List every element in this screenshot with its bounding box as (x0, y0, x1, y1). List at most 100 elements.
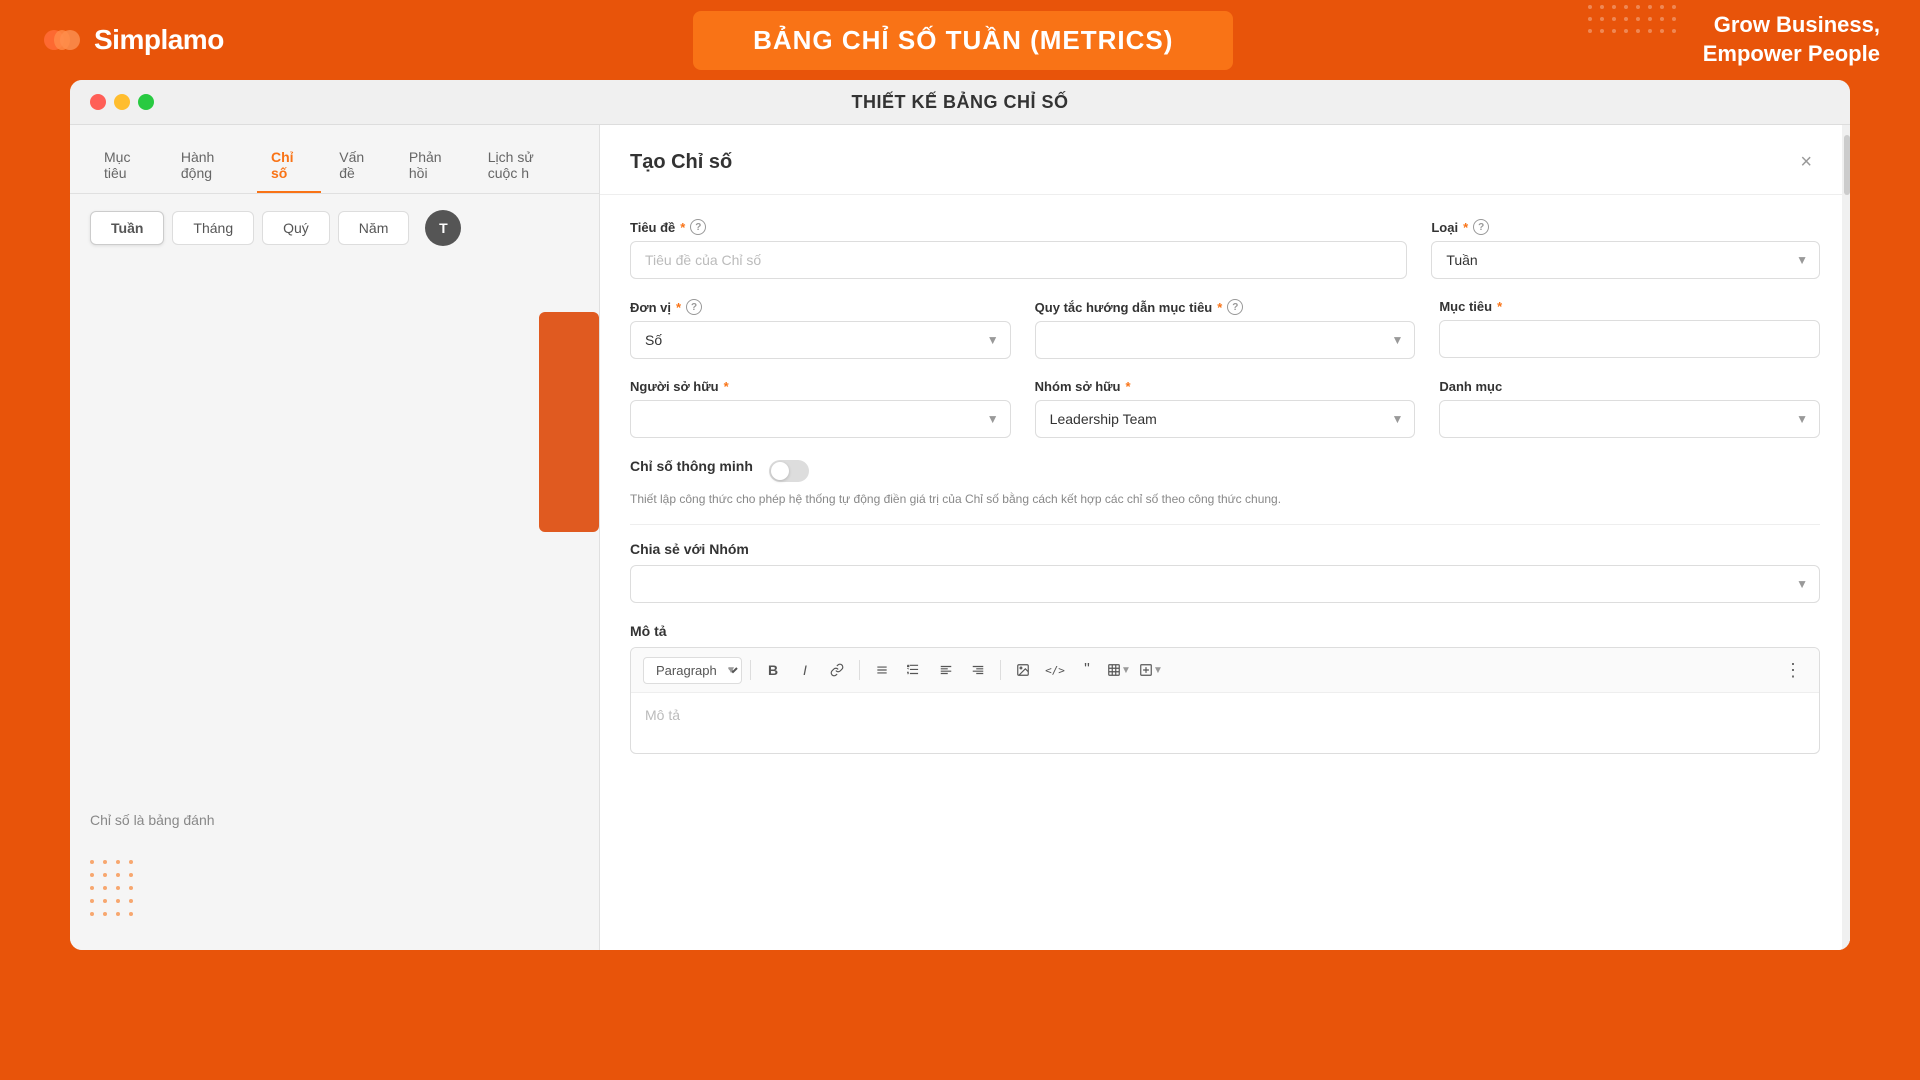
traffic-light-red[interactable] (90, 94, 106, 110)
tab-van-de[interactable]: Vấn đề (325, 141, 391, 193)
toggle-knob (771, 462, 789, 480)
bullet-list-icon (875, 663, 889, 677)
section-divider-1 (630, 524, 1820, 525)
help-icon-unit[interactable]: ? (686, 299, 702, 315)
smart-desc-row: Thiết lập công thức cho phép hệ thống tự… (630, 490, 1820, 508)
field-owner: Người sở hữu * ▼ (630, 379, 1011, 438)
top-header: Simplamo BẢNG CHỈ SỐ TUẦN (METRICS) Grow… (0, 0, 1920, 80)
required-star-type: * (1463, 220, 1468, 235)
label-goal-rule: Quy tắc hướng dẫn mục tiêu * ? (1035, 299, 1416, 315)
header-tagline: Grow Business, Empower People (1703, 11, 1880, 68)
rte-placeholder: Mô tả (645, 707, 680, 723)
share-label: Chia sẻ với Nhóm (630, 541, 1820, 557)
field-goal-rule: Quy tắc hướng dẫn mục tiêu * ? ▼ (1035, 299, 1416, 359)
tab-hanh-dong[interactable]: Hành động (167, 141, 253, 193)
category-select-wrapper: ▼ (1439, 400, 1820, 438)
embed-icon (1139, 663, 1153, 677)
simplamo-logo-icon (40, 18, 84, 62)
left-panel: Mục tiêu Hành động Chỉ số Vấn đề Phản hồ… (70, 125, 600, 950)
owner-select-wrapper: ▼ (630, 400, 1011, 438)
rte-body[interactable]: Mô tả (631, 693, 1819, 753)
window-title: THIẾT KẾ BẢNG CHỈ SỐ (851, 92, 1068, 113)
share-section: Chia sẻ với Nhóm ▼ (630, 541, 1820, 603)
modal-panel: Tạo Chỉ số × Tiêu đề * ? (600, 125, 1850, 950)
period-btn-nam[interactable]: Năm (338, 211, 410, 245)
required-star-rule: * (1217, 300, 1222, 315)
rte-quote-button[interactable]: " (1073, 656, 1101, 684)
help-icon-type[interactable]: ? (1473, 219, 1489, 235)
tab-phan-hoi[interactable]: Phản hồi (395, 141, 470, 193)
rte-ordered-button[interactable] (900, 656, 928, 684)
required-star-owner: * (724, 379, 729, 394)
period-btn-thang[interactable]: Tháng (172, 211, 254, 245)
rte-container: Paragraph ▼ B I (630, 647, 1820, 754)
image-icon (1016, 663, 1030, 677)
link-icon (830, 663, 844, 677)
bottom-left-dots (90, 860, 137, 920)
form-row-1: Tiêu đề * ? Loại * ? (630, 219, 1820, 279)
modal-header: Tạo Chỉ số × (600, 125, 1850, 195)
rte-align-left-button[interactable] (932, 656, 960, 684)
logo-text: Simplamo (94, 24, 224, 56)
desc-label: Mô tả (630, 623, 1820, 639)
traffic-light-green[interactable] (138, 94, 154, 110)
rte-divider-1 (750, 660, 751, 680)
smart-toggle-switch[interactable] (769, 460, 809, 482)
label-target: Mục tiêu * (1439, 299, 1820, 314)
label-don-vi: Đơn vị * ? (630, 299, 1011, 315)
rte-align-right-button[interactable] (964, 656, 992, 684)
paragraph-select[interactable]: Paragraph (643, 657, 742, 684)
table-icon (1107, 663, 1121, 677)
help-icon-title[interactable]: ? (690, 219, 706, 235)
unit-select[interactable]: Số % VND (630, 321, 1011, 359)
scrollbar-track (1842, 125, 1850, 950)
rte-code-button[interactable]: </> (1041, 656, 1069, 684)
title-input[interactable] (630, 241, 1407, 279)
rte-table-button[interactable]: ▼ (1105, 656, 1133, 684)
category-select[interactable] (1439, 400, 1820, 438)
tagline-line1: Grow Business, (1703, 11, 1880, 40)
traffic-lights (90, 94, 154, 110)
group-select-wrapper: Leadership Team ▼ (1035, 400, 1416, 438)
user-avatar: T (425, 210, 461, 246)
goal-rule-select[interactable] (1035, 321, 1416, 359)
rte-embed-button[interactable]: ▼ (1137, 656, 1165, 684)
tab-muc-tieu[interactable]: Mục tiêu (90, 141, 163, 193)
type-select[interactable]: Tuần Tháng Quý Năm (1431, 241, 1820, 279)
modal-close-button[interactable]: × (1792, 147, 1820, 178)
field-category: Danh mục ▼ (1439, 379, 1820, 438)
paragraph-select-wrapper: Paragraph ▼ (643, 657, 742, 684)
rte-bullet-button[interactable] (868, 656, 896, 684)
period-btn-tuan[interactable]: Tuần (90, 211, 164, 245)
smart-toggle-label: Chỉ số thông minh (630, 458, 753, 474)
rte-italic-button[interactable]: I (791, 656, 819, 684)
traffic-light-yellow[interactable] (114, 94, 130, 110)
modal-container: Tạo Chỉ số × Tiêu đề * ? (600, 125, 1850, 950)
modal-title: Tạo Chỉ số (630, 151, 732, 174)
rte-bold-button[interactable]: B (759, 656, 787, 684)
modal-body: Tiêu đề * ? Loại * ? (600, 195, 1850, 950)
period-btn-quy[interactable]: Quý (262, 211, 330, 245)
rte-image-button[interactable] (1009, 656, 1037, 684)
required-star-unit: * (676, 300, 681, 315)
owner-select[interactable] (630, 400, 1011, 438)
group-select[interactable]: Leadership Team (1035, 400, 1416, 438)
rte-toolbar: Paragraph ▼ B I (631, 648, 1819, 693)
field-loai: Loại * ? Tuần Tháng Quý Năm (1431, 219, 1820, 279)
ordered-list-icon (907, 663, 921, 677)
share-select[interactable] (630, 565, 1820, 603)
required-star-group: * (1126, 379, 1131, 394)
rte-more-button[interactable]: ⋮ (1779, 656, 1807, 684)
help-icon-rule[interactable]: ? (1227, 299, 1243, 315)
rte-link-button[interactable] (823, 656, 851, 684)
form-row-2: Đơn vị * ? Số % VND ▼ (630, 299, 1820, 359)
period-buttons-row: Tuần Tháng Quý Năm T (70, 194, 599, 262)
field-tieu-de: Tiêu đề * ? (630, 219, 1407, 279)
tab-chi-so[interactable]: Chỉ số (257, 141, 321, 193)
unit-select-wrapper: Số % VND ▼ (630, 321, 1011, 359)
scrollbar-thumb[interactable] (1844, 135, 1850, 195)
tab-lich-su[interactable]: Lịch sử cuộc h (474, 141, 579, 193)
smart-toggle-desc: Thiết lập công thức cho phép hệ thống tự… (630, 492, 1281, 506)
target-input[interactable]: 0 (1439, 320, 1820, 358)
field-group: Nhóm sở hữu * Leadership Team ▼ (1035, 379, 1416, 438)
